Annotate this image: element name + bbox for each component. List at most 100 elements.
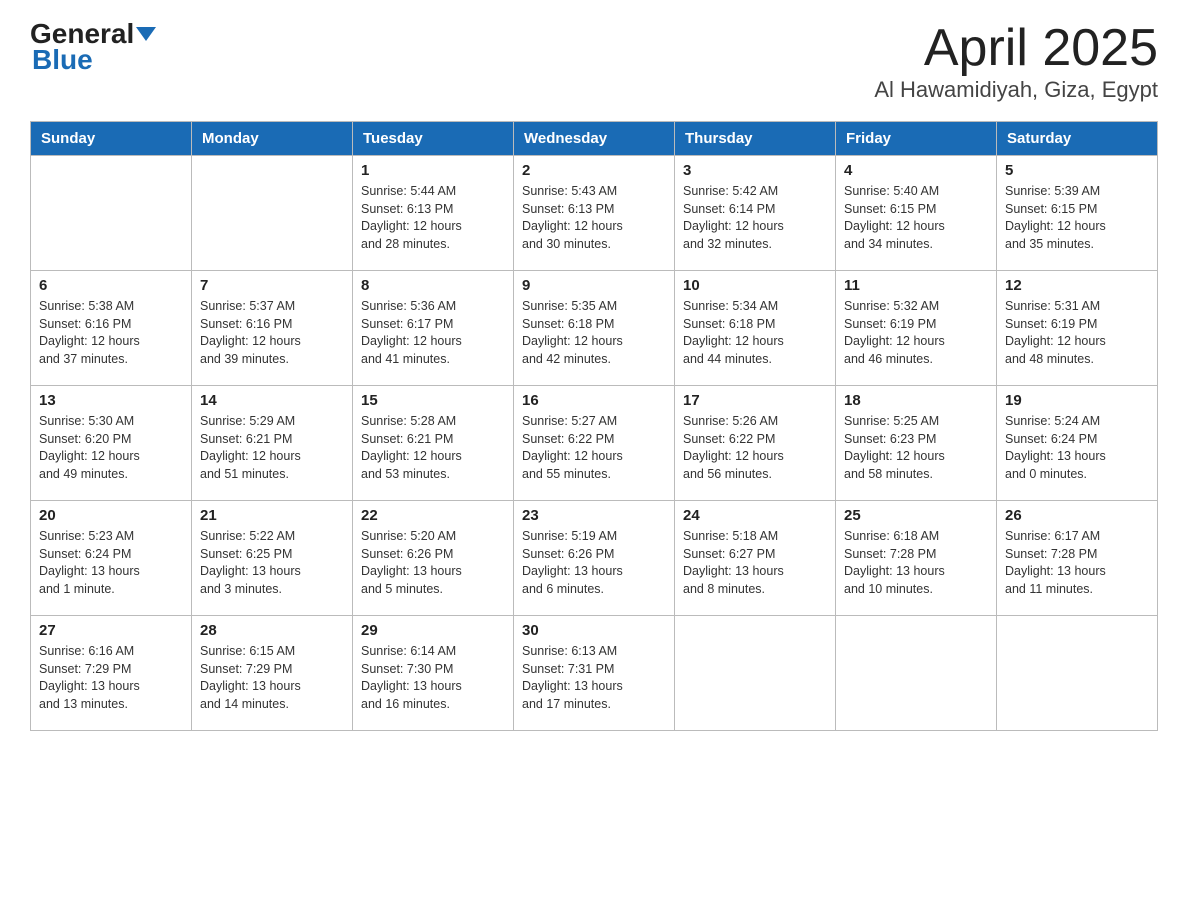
calendar-cell: 10 Sunrise: 5:34 AM Sunset: 6:18 PM Dayli… (675, 271, 836, 386)
calendar-cell: 17 Sunrise: 5:26 AM Sunset: 6:22 PM Dayli… (675, 386, 836, 501)
weekday-header-thursday: Thursday (675, 122, 836, 156)
calendar-cell: 12Sunrise: 5:31 AM Sunset: 6:19 PM Dayli… (997, 271, 1158, 386)
day-info: Sunrise: 6:15 AM Sunset: 7:29 PM Dayligh… (200, 643, 344, 713)
title-block: April 2025 Al Hawamidiyah, Giza, Egypt (874, 20, 1158, 103)
day-number: 25 (844, 507, 988, 524)
calendar-cell: 2 Sunrise: 5:43 AM Sunset: 6:13 PM Daylig… (514, 156, 675, 271)
day-number: 11 (844, 277, 988, 294)
calendar-cell: 25Sunrise: 6:18 AM Sunset: 7:28 PM Dayli… (836, 501, 997, 616)
day-number: 26 (1005, 507, 1149, 524)
page-header: General Blue April 2025 Al Hawamidiyah, … (30, 20, 1158, 103)
day-number: 13 (39, 392, 183, 409)
day-info: Sunrise: 5:28 AM Sunset: 6:21 PM Dayligh… (361, 413, 505, 483)
logo-triangle-icon (136, 27, 156, 41)
day-number: 3 (683, 162, 827, 179)
calendar-cell: 7Sunrise: 5:37 AM Sunset: 6:16 PM Daylig… (192, 271, 353, 386)
day-number: 14 (200, 392, 344, 409)
logo-blue: Blue (32, 44, 93, 76)
calendar-cell: 8 Sunrise: 5:36 AM Sunset: 6:17 PM Daylig… (353, 271, 514, 386)
day-number: 17 (683, 392, 827, 409)
day-info: Sunrise: 6:17 AM Sunset: 7:28 PM Dayligh… (1005, 528, 1149, 598)
calendar-cell: 15 Sunrise: 5:28 AM Sunset: 6:21 PM Dayli… (353, 386, 514, 501)
page-title: April 2025 (874, 20, 1158, 77)
day-info: Sunrise: 5:19 AM Sunset: 6:26 PM Dayligh… (522, 528, 666, 598)
day-info: Sunrise: 5:22 AM Sunset: 6:25 PM Dayligh… (200, 528, 344, 598)
day-info: Sunrise: 5:44 AM Sunset: 6:13 PM Dayligh… (361, 183, 505, 253)
weekday-header-friday: Friday (836, 122, 997, 156)
calendar-cell: 9Sunrise: 5:35 AM Sunset: 6:18 PM Daylig… (514, 271, 675, 386)
day-info: Sunrise: 5:26 AM Sunset: 6:22 PM Dayligh… (683, 413, 827, 483)
weekday-header-tuesday: Tuesday (353, 122, 514, 156)
day-number: 30 (522, 622, 666, 639)
calendar-cell: 16Sunrise: 5:27 AM Sunset: 6:22 PM Dayli… (514, 386, 675, 501)
day-info: Sunrise: 5:31 AM Sunset: 6:19 PM Dayligh… (1005, 298, 1149, 368)
day-info: Sunrise: 5:38 AM Sunset: 6:16 PM Dayligh… (39, 298, 183, 368)
calendar-week-row: 1 Sunrise: 5:44 AM Sunset: 6:13 PM Daylig… (31, 156, 1158, 271)
day-info: Sunrise: 6:14 AM Sunset: 7:30 PM Dayligh… (361, 643, 505, 713)
day-number: 1 (361, 162, 505, 179)
day-number: 21 (200, 507, 344, 524)
calendar-header-row: SundayMondayTuesdayWednesdayThursdayFrid… (31, 122, 1158, 156)
day-number: 27 (39, 622, 183, 639)
calendar-cell (675, 616, 836, 731)
weekday-header-wednesday: Wednesday (514, 122, 675, 156)
weekday-header-saturday: Saturday (997, 122, 1158, 156)
calendar-cell: 18Sunrise: 5:25 AM Sunset: 6:23 PM Dayli… (836, 386, 997, 501)
calendar-week-row: 13Sunrise: 5:30 AM Sunset: 6:20 PM Dayli… (31, 386, 1158, 501)
day-info: Sunrise: 5:39 AM Sunset: 6:15 PM Dayligh… (1005, 183, 1149, 253)
page-subtitle: Al Hawamidiyah, Giza, Egypt (874, 77, 1158, 103)
calendar-cell: 4 Sunrise: 5:40 AM Sunset: 6:15 PM Daylig… (836, 156, 997, 271)
calendar-table: SundayMondayTuesdayWednesdayThursdayFrid… (30, 121, 1158, 731)
day-number: 23 (522, 507, 666, 524)
logo: General Blue (30, 20, 156, 76)
calendar-cell: 24Sunrise: 5:18 AM Sunset: 6:27 PM Dayli… (675, 501, 836, 616)
calendar-cell: 28Sunrise: 6:15 AM Sunset: 7:29 PM Dayli… (192, 616, 353, 731)
day-info: Sunrise: 5:23 AM Sunset: 6:24 PM Dayligh… (39, 528, 183, 598)
day-info: Sunrise: 5:40 AM Sunset: 6:15 PM Dayligh… (844, 183, 988, 253)
calendar-cell: 29 Sunrise: 6:14 AM Sunset: 7:30 PM Dayli… (353, 616, 514, 731)
day-number: 29 (361, 622, 505, 639)
calendar-cell: 30Sunrise: 6:13 AM Sunset: 7:31 PM Dayli… (514, 616, 675, 731)
calendar-cell: 14 Sunrise: 5:29 AM Sunset: 6:21 PM Dayli… (192, 386, 353, 501)
day-info: Sunrise: 5:34 AM Sunset: 6:18 PM Dayligh… (683, 298, 827, 368)
day-info: Sunrise: 5:24 AM Sunset: 6:24 PM Dayligh… (1005, 413, 1149, 483)
calendar-cell: 21 Sunrise: 5:22 AM Sunset: 6:25 PM Dayli… (192, 501, 353, 616)
day-number: 9 (522, 277, 666, 294)
calendar-cell: 22 Sunrise: 5:20 AM Sunset: 6:26 PM Dayli… (353, 501, 514, 616)
day-number: 15 (361, 392, 505, 409)
day-info: Sunrise: 5:43 AM Sunset: 6:13 PM Dayligh… (522, 183, 666, 253)
day-info: Sunrise: 5:18 AM Sunset: 6:27 PM Dayligh… (683, 528, 827, 598)
day-number: 19 (1005, 392, 1149, 409)
calendar-week-row: 20Sunrise: 5:23 AM Sunset: 6:24 PM Dayli… (31, 501, 1158, 616)
calendar-cell: 19 Sunrise: 5:24 AM Sunset: 6:24 PM Dayli… (997, 386, 1158, 501)
calendar-cell (836, 616, 997, 731)
day-number: 2 (522, 162, 666, 179)
day-info: Sunrise: 5:36 AM Sunset: 6:17 PM Dayligh… (361, 298, 505, 368)
day-number: 10 (683, 277, 827, 294)
day-number: 22 (361, 507, 505, 524)
weekday-header-monday: Monday (192, 122, 353, 156)
day-number: 6 (39, 277, 183, 294)
calendar-cell: 5 Sunrise: 5:39 AM Sunset: 6:15 PM Daylig… (997, 156, 1158, 271)
day-info: Sunrise: 5:37 AM Sunset: 6:16 PM Dayligh… (200, 298, 344, 368)
day-number: 4 (844, 162, 988, 179)
calendar-cell: 3 Sunrise: 5:42 AM Sunset: 6:14 PM Daylig… (675, 156, 836, 271)
day-info: Sunrise: 5:42 AM Sunset: 6:14 PM Dayligh… (683, 183, 827, 253)
day-number: 8 (361, 277, 505, 294)
calendar-cell: 23 Sunrise: 5:19 AM Sunset: 6:26 PM Dayli… (514, 501, 675, 616)
calendar-week-row: 6 Sunrise: 5:38 AM Sunset: 6:16 PM Daylig… (31, 271, 1158, 386)
day-number: 5 (1005, 162, 1149, 179)
day-number: 18 (844, 392, 988, 409)
calendar-cell (192, 156, 353, 271)
day-info: Sunrise: 5:20 AM Sunset: 6:26 PM Dayligh… (361, 528, 505, 598)
calendar-cell: 13Sunrise: 5:30 AM Sunset: 6:20 PM Dayli… (31, 386, 192, 501)
day-info: Sunrise: 5:32 AM Sunset: 6:19 PM Dayligh… (844, 298, 988, 368)
calendar-cell: 11 Sunrise: 5:32 AM Sunset: 6:19 PM Dayli… (836, 271, 997, 386)
calendar-cell: 6 Sunrise: 5:38 AM Sunset: 6:16 PM Daylig… (31, 271, 192, 386)
calendar-cell (31, 156, 192, 271)
calendar-cell (997, 616, 1158, 731)
day-number: 16 (522, 392, 666, 409)
calendar-cell: 26 Sunrise: 6:17 AM Sunset: 7:28 PM Dayli… (997, 501, 1158, 616)
day-info: Sunrise: 5:29 AM Sunset: 6:21 PM Dayligh… (200, 413, 344, 483)
day-info: Sunrise: 6:16 AM Sunset: 7:29 PM Dayligh… (39, 643, 183, 713)
